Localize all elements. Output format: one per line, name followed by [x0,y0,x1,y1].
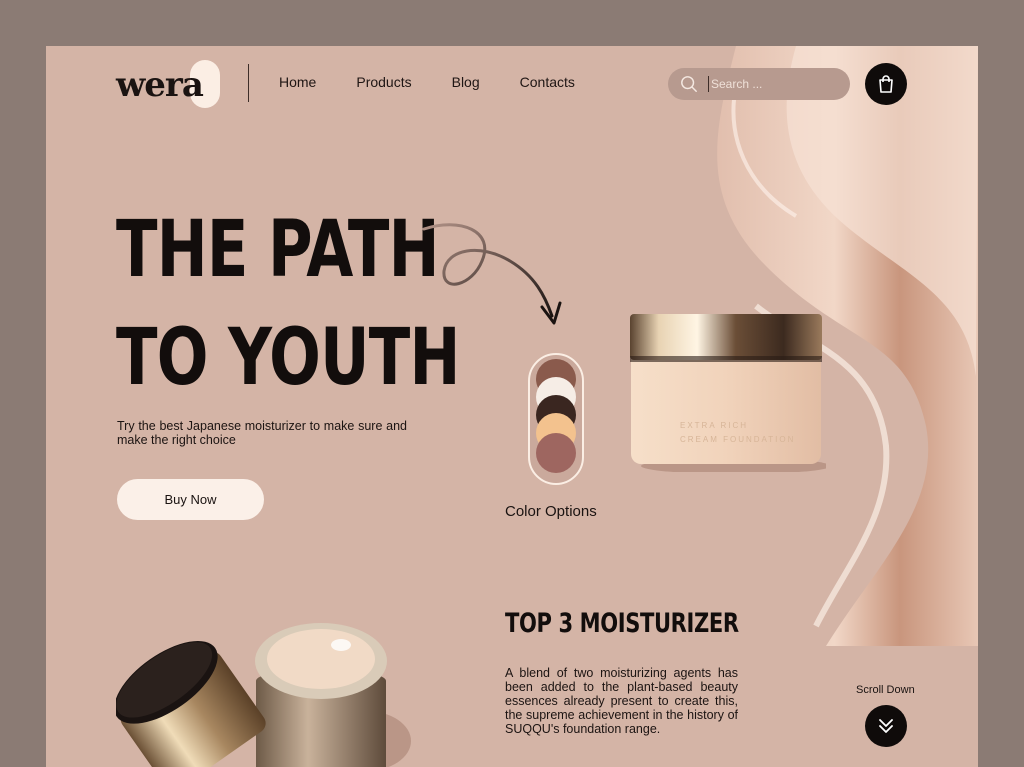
scroll-down-label: Scroll Down [856,684,915,696]
jar-label-line1: EXTRA RICH [680,421,748,430]
nav-item-contacts[interactable]: Contacts [520,74,575,90]
color-options-label: Color Options [505,503,597,520]
page-frame: wera Home Products Blog Contacts THE PAT… [46,46,978,767]
search-input[interactable] [708,76,843,92]
section-title: TOP 3 MOISTURIZER [505,608,739,639]
shopping-bag-icon [879,75,893,93]
hero-headline-line1: THE PATH [116,205,439,295]
logo-text: wera [116,65,204,105]
hero-headline-line2: TO YOUTH [116,313,460,403]
hero-tagline: Try the best Japanese moisturizer to mak… [117,419,407,447]
nav-item-blog[interactable]: Blog [452,74,480,90]
nav-item-products[interactable]: Products [356,74,411,90]
hero-headline: THE PATH TO YOUTH [116,196,460,412]
jar-label-line2: CREAM FOUNDATION [680,435,795,444]
brand-logo[interactable]: wera [116,60,220,108]
header-divider [248,64,249,102]
curly-arrow-icon [422,223,562,325]
color-options-selector[interactable] [528,353,584,485]
cart-button[interactable] [865,63,907,105]
open-jars-image [116,623,411,767]
main-nav: Home Products Blog Contacts [279,74,575,90]
section-text: A blend of two moisturizing agents has b… [505,666,738,736]
foundation-jar-image: EXTRA RICH CREAM FOUNDATION [630,314,826,472]
scroll-down-button[interactable] [865,705,907,747]
nav-item-home[interactable]: Home [279,74,316,90]
search-bar[interactable] [668,68,850,100]
buy-now-button[interactable]: Buy Now [117,479,264,520]
search-icon[interactable] [680,75,698,93]
color-swatch[interactable] [536,433,576,473]
double-chevron-down-icon [879,719,893,733]
